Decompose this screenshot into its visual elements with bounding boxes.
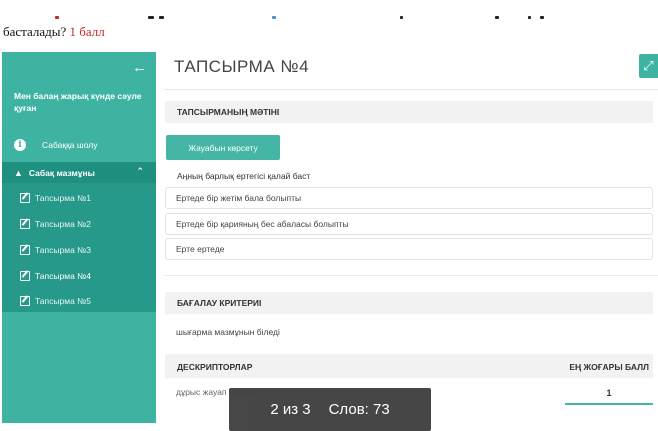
edit-icon [20,271,30,281]
page-count-overlay: 2 из 3 Слов: 73 [229,388,431,431]
sidebar-item-label: Тапсырма №4 [35,271,92,281]
sidebar-item-label: Тапсырма №1 [35,193,92,203]
descriptors-table-header: ДЕСКРИПТОРЛАР ЕҢ ЖОҒАРЫ БАЛЛ [165,354,653,378]
edit-icon [20,193,30,203]
page-title: ТАПСЫРМА №4 [174,57,310,76]
info-icon: i [14,139,26,151]
divider [164,275,658,276]
sidebar-item-overview[interactable]: i Сабаққа шолу [2,134,156,156]
sidebar-item-label: Тапсырма №2 [35,219,92,229]
cropped-text-strip [0,14,658,20]
graduation-cap-icon: ▲ [14,167,23,178]
max-score-column-header: ЕҢ ЖОҒАРЫ БАЛЛ [569,362,649,372]
sidebar-item-task-3[interactable]: Тапсырма №3 [2,238,156,262]
sidebar-item-label: Тапсырма №5 [35,296,92,306]
sidebar-item-task-5[interactable]: Тапсырма №5 [2,289,156,313]
divider [164,89,658,90]
word-count: Слов: 73 [328,401,390,418]
sidebar-item-content[interactable]: ▲ Сабақ мазмұны ⌃ [2,162,156,183]
show-answer-button[interactable]: Жауабын көрсету [166,135,280,160]
answer-option[interactable]: Ертеде бір қарияның бес абаласы болыпты [165,213,653,235]
question-text: Аңның барлық ертегісі қалай баст [177,171,311,181]
sidebar-item-label: Тапсырма №3 [35,245,92,255]
chevron-up-icon[interactable]: ⌃ [136,166,144,177]
lesson-title: Мен балаң жарық күнде сәуле қуған [14,91,142,113]
page-indicator: 2 из 3 [270,401,311,418]
sidebar-item-label: Сабақ мазмұны [28,167,95,178]
task-section-header: ТАПСЫРМАНЫҢ МӘТІНІ [165,101,653,123]
question-header: басталады? 1 балл [3,24,105,40]
sidebar: ← Мен балаң жарық күнде сәуле қуған i Са… [2,52,156,423]
answer-option[interactable]: Ерте ертеде [165,238,653,260]
criteria-section-header: БАҒАЛАУ КРИТЕРИІ [165,292,653,314]
sidebar-item-task-2[interactable]: Тапсырма №2 [2,212,156,236]
question-points: 1 балл [69,24,105,39]
sidebar-item-task-4[interactable]: Тапсырма №4 [2,264,156,288]
descriptors-column-header: ДЕСКРИПТОРЛАР [177,362,253,372]
edit-icon [20,245,30,255]
score-value: 1 [565,383,653,405]
expand-icon[interactable]: ⤢ [639,54,658,78]
arrow-left-icon[interactable]: ← [132,59,147,76]
sidebar-item-task-1[interactable]: Тапсырма №1 [2,186,156,210]
answer-option[interactable]: Ертеде бір жетім бала болыпты [165,187,653,209]
edit-icon [20,219,30,229]
sidebar-subitems: Тапсырма №1 Тапсырма №2 Тапсырма №3 Тапс… [2,183,156,312]
edit-icon [20,296,30,306]
question-header-text: басталады? [3,24,67,39]
criteria-text: шығарма мазмұнын біледі [176,327,280,337]
sidebar-item-label: Сабаққа шолу [42,140,98,150]
